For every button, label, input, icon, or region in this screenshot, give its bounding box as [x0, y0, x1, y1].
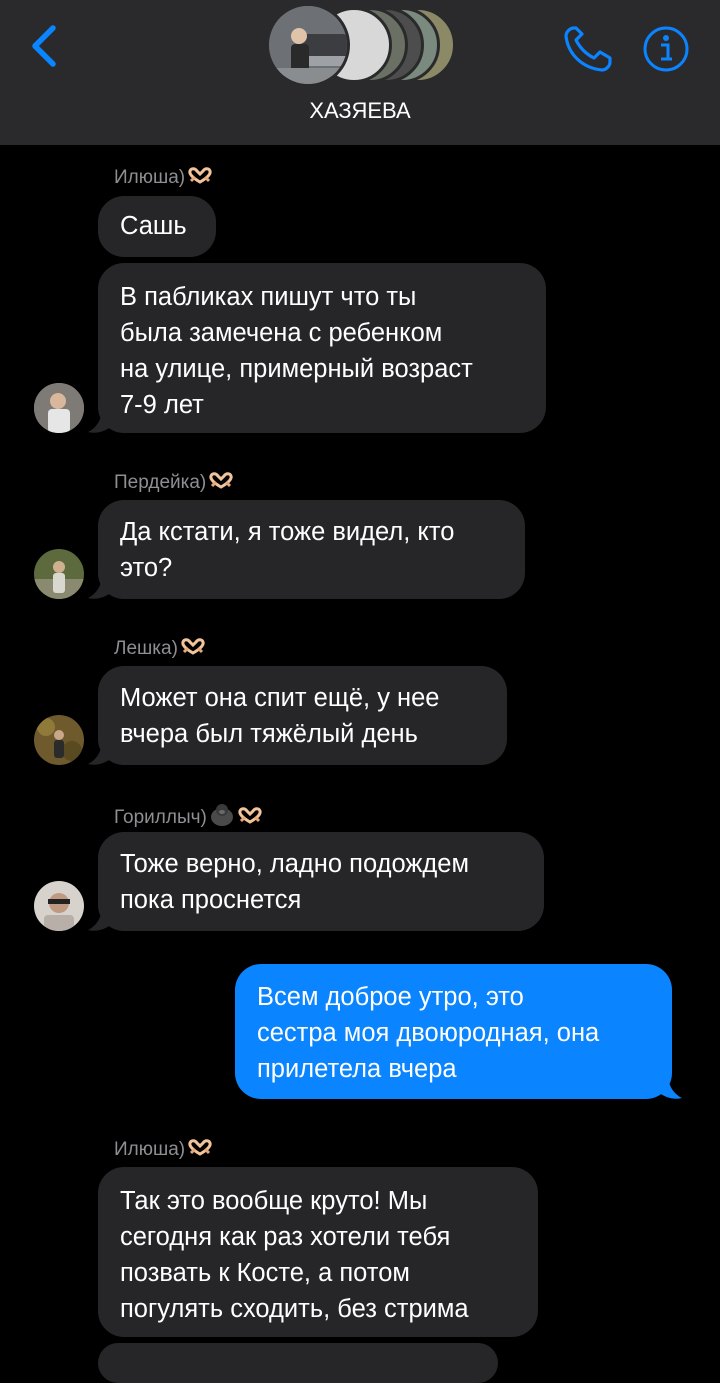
message-bubble[interactable]: Сашь [98, 196, 216, 257]
sender-name: Илюша) [114, 166, 213, 190]
message-line: вчера был тяжёлый день [120, 720, 418, 748]
message-line: 7-9 лет [120, 391, 204, 419]
message-bubble[interactable]: Да кстати, я тоже видел, кто это? [98, 500, 525, 599]
call-button[interactable] [560, 24, 614, 74]
chat-header: ХАЗЯЕВА [0, 0, 720, 145]
sender-name: Гориллыч) [114, 803, 263, 833]
bubble-tail [88, 574, 112, 599]
info-button[interactable] [641, 24, 691, 74]
message-line: сегодня как раз хотели тебя [120, 1223, 451, 1251]
message-bubble[interactable]: В пабликах пишут что ты была замечена с … [98, 263, 546, 433]
chevron-left-icon [32, 25, 56, 67]
bubble-tail [88, 408, 112, 433]
message-line: В пабликах пишут что ты [120, 283, 417, 311]
message-line: на улице, примерный возраст [120, 355, 473, 383]
avatar[interactable] [34, 715, 84, 765]
heart-hands-icon [187, 166, 213, 190]
message-line: Да кстати, я тоже видел, кто [120, 518, 455, 546]
message-line: погулять сходить, без стрима [120, 1295, 469, 1323]
heart-hands-icon [237, 806, 263, 830]
bubble-tail [88, 906, 112, 931]
group-title[interactable]: ХАЗЯЕВА [0, 98, 720, 124]
message-line: позвать к Косте, а потом [120, 1259, 410, 1287]
message-bubble[interactable]: Может она спит ещё, у нее вчера был тяжё… [98, 666, 507, 765]
message-line: Так это вообще круто! Мы [120, 1187, 428, 1215]
message-line: прилетела вчера [257, 1055, 457, 1083]
message-line: Всем доброе утро, это [257, 983, 524, 1011]
message-bubble[interactable]: Так это вообще круто! Мы сегодня как раз… [98, 1167, 538, 1337]
avatar[interactable] [34, 549, 84, 599]
bubble-tail [88, 740, 112, 765]
message-line: это? [120, 554, 173, 582]
avatar[interactable] [34, 383, 84, 433]
message-line: Сашь [120, 212, 187, 240]
heart-hands-icon [208, 471, 234, 495]
message-line: была замечена с ребенком [120, 319, 443, 347]
message-bubble[interactable] [98, 1343, 498, 1383]
group-avatar-stack[interactable] [266, 3, 456, 87]
group-avatar [266, 3, 350, 87]
sender-name: Илюша) [114, 1138, 213, 1162]
avatar[interactable] [34, 881, 84, 931]
back-button[interactable] [26, 22, 66, 70]
message-line: Тоже верно, ладно подождем [120, 850, 470, 878]
info-icon [643, 26, 689, 72]
phone-icon [564, 26, 612, 72]
message-line: сестра моя двоюродная, она [257, 1019, 600, 1047]
gorilla-icon [209, 803, 235, 833]
message-bubble[interactable]: Тоже верно, ладно подождем пока проснетс… [98, 832, 544, 931]
heart-hands-icon [187, 1138, 213, 1162]
sender-name: Лешка) [114, 637, 206, 661]
message-line: пока проснется [120, 886, 302, 914]
message-line: Может она спит ещё, у нее [120, 684, 440, 712]
sender-name: Пердейка) [114, 471, 234, 495]
outgoing-message-bubble[interactable]: Всем доброе утро, это сестра моя двоюрод… [235, 964, 672, 1099]
bubble-tail [658, 1074, 682, 1099]
heart-hands-icon [180, 637, 206, 661]
